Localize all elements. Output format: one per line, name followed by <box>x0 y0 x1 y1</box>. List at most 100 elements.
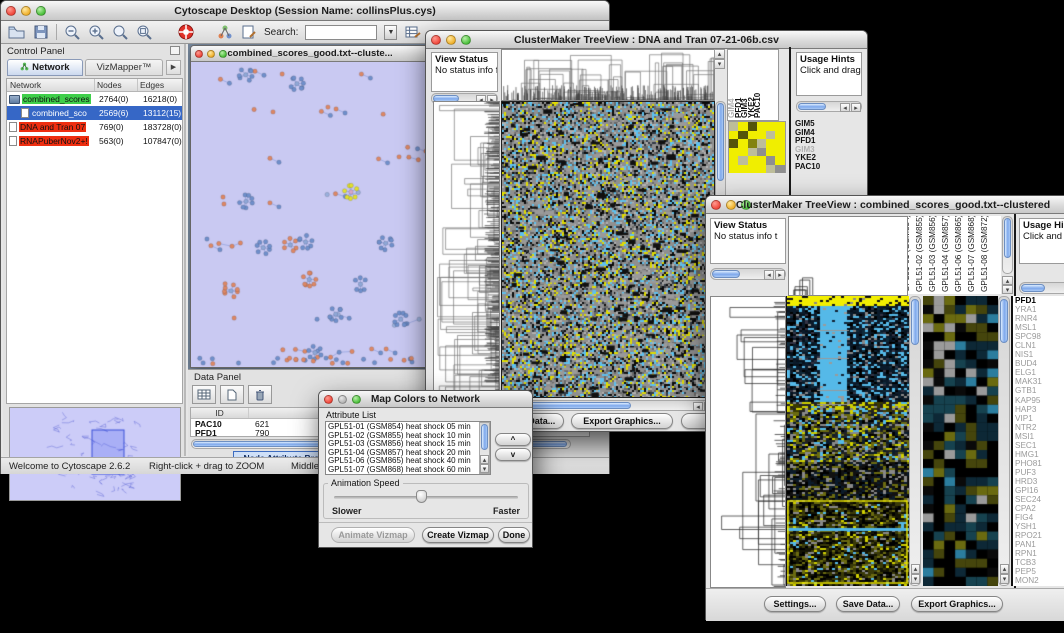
col-header-nodes[interactable]: Nodes <box>95 79 138 91</box>
tv2-global-heatmap[interactable] <box>786 296 909 586</box>
open-session-icon[interactable] <box>7 24 26 40</box>
delete-attribute-button[interactable] <box>248 385 272 404</box>
matrix-cell[interactable] <box>757 131 766 140</box>
search-dropdown-arrow[interactable]: ▼ <box>384 25 397 40</box>
gene-label[interactable]: PUF3 <box>1013 468 1064 477</box>
gene-label[interactable]: NIS1 <box>1013 350 1064 359</box>
zoom-in-icon[interactable] <box>88 24 105 41</box>
tab-network[interactable]: Network <box>7 59 83 76</box>
tv2-column-label[interactable]: GPL51-08 (GSM872) <box>980 216 989 292</box>
tv1-global-heatmap[interactable] <box>501 101 715 398</box>
tv2-column-label[interactable]: GPL51-01 (GSM854) <box>908 216 911 292</box>
gene-label[interactable]: MON2 <box>1013 576 1064 585</box>
move-up-button[interactable]: ^ <box>495 433 531 446</box>
gene-label[interactable]: RPO21 <box>1013 531 1064 540</box>
done-button[interactable]: Done <box>498 527 530 543</box>
help-ring-icon[interactable] <box>177 23 195 41</box>
matrix-cell[interactable] <box>766 156 775 165</box>
scroll-right-arrow[interactable]: ▸ <box>851 103 861 112</box>
treeview2-titlebar[interactable]: ClusterMaker TreeView : combined_scores_… <box>706 196 1064 214</box>
matrix-cell[interactable] <box>757 165 766 174</box>
matrix-cell[interactable] <box>775 148 784 157</box>
scrollbar-thumb[interactable] <box>1000 299 1008 343</box>
tv2-column-label[interactable]: GPL51-04 (GSM857) <box>941 216 950 292</box>
gene-label[interactable]: BUD4 <box>1013 359 1064 368</box>
tv2-save-data---button[interactable]: Save Data... <box>836 596 900 612</box>
dialog-titlebar[interactable]: Map Colors to Network <box>319 391 532 408</box>
gene-label[interactable]: MSL1 <box>1013 323 1064 332</box>
tv2-column-label[interactable]: GPL51-06 (GSM865) <box>954 216 963 292</box>
close-button[interactable] <box>324 395 333 404</box>
tv1-column-dendrogram[interactable] <box>501 49 715 101</box>
annotation-tool-icon[interactable] <box>241 24 257 40</box>
main-titlebar[interactable]: Cytoscape Desktop (Session Name: collins… <box>1 1 609 21</box>
gene-label[interactable]: MAK31 <box>1013 377 1064 386</box>
attribute-list-item[interactable]: GPL51-04 (GSM857) heat shock 20 min <box>328 449 488 458</box>
tv2-export-graphics---button[interactable]: Export Graphics... <box>911 596 1003 612</box>
tv2-column-label[interactable]: GPL51-07 (GSM868) <box>967 216 976 292</box>
matrix-cell[interactable] <box>748 131 757 140</box>
tv1-export-graphics---button[interactable]: Export Graphics... <box>571 413 673 429</box>
tv1-hscrollbar[interactable]: ◂ ▸ <box>501 400 715 411</box>
matrix-cell[interactable] <box>738 122 747 131</box>
gene-label[interactable]: SPC98 <box>1013 332 1064 341</box>
gene-label[interactable]: GPI16 <box>1013 486 1064 495</box>
matrix-cell[interactable] <box>775 156 784 165</box>
gene-label[interactable]: HRD3 <box>1013 477 1064 486</box>
scrollbar-thumb[interactable] <box>717 103 724 181</box>
zoom-fit-icon[interactable] <box>136 24 153 41</box>
network-view-titlebar[interactable]: combined_scores_good.txt--cluste... <box>191 46 429 62</box>
node-tool-icon[interactable] <box>217 24 234 40</box>
tv2-heatmap-vscrollbar[interactable]: ▴ ▾ <box>909 296 921 586</box>
create-vizmap-button[interactable]: Create Vizmap <box>422 527 494 543</box>
matrix-cell[interactable] <box>766 131 775 140</box>
scroll-down-arrow[interactable]: ▾ <box>911 574 920 584</box>
scrollbar-thumb[interactable] <box>712 270 740 278</box>
tv2-column-label[interactable]: GPL51-03 (GSM856) <box>928 216 937 292</box>
tab-vizmapper[interactable]: VizMapper™ <box>85 59 163 76</box>
matrix-cell[interactable] <box>729 148 738 157</box>
gene-label[interactable]: VIP1 <box>1013 414 1064 423</box>
attribute-list-item[interactable]: GPL51-03 (GSM856) heat shock 15 min <box>328 440 488 449</box>
scroll-left-arrow[interactable]: ◂ <box>693 402 703 411</box>
matrix-cell[interactable] <box>757 148 766 157</box>
attribute-select-button[interactable] <box>192 385 216 404</box>
tv2-hints-hscrollbar[interactable] <box>1019 282 1064 294</box>
network-table-row[interactable]: combined_sco2569(6)13112(15) <box>7 106 182 120</box>
import-table-icon[interactable] <box>404 24 421 40</box>
tv2-zoom-vscrollbar[interactable]: ▴ ▾ <box>998 296 1010 586</box>
scroll-down-arrow[interactable]: ▾ <box>1002 285 1013 294</box>
gene-label[interactable]: YSH1 <box>1013 522 1064 531</box>
matrix-cell[interactable] <box>766 148 775 157</box>
gene-label[interactable]: MSI1 <box>1013 432 1064 441</box>
matrix-cell[interactable] <box>738 139 747 148</box>
matrix-cell[interactable] <box>748 139 757 148</box>
matrix-cell[interactable] <box>766 122 775 131</box>
tv2-column-label[interactable]: GPL51-02 (GSM855) <box>915 216 924 292</box>
zoom-actual-icon[interactable] <box>112 24 129 41</box>
gene-label[interactable]: SEC24 <box>1013 495 1064 504</box>
matrix-cell[interactable] <box>729 131 738 140</box>
attribute-list-vscrollbar[interactable]: ▴ ▾ <box>479 422 490 474</box>
matrix-cell[interactable] <box>766 165 775 174</box>
scroll-up-arrow[interactable]: ▴ <box>714 49 725 59</box>
gene-label[interactable]: TCB3 <box>1013 558 1064 567</box>
gene-label[interactable]: PFD1 <box>1013 296 1064 305</box>
scroll-down-arrow[interactable]: ▾ <box>480 464 489 473</box>
animate-vizmap-button[interactable]: Animate Vizmap <box>331 527 415 543</box>
scrollbar-thumb[interactable] <box>481 424 488 450</box>
network-overview-thumbnail[interactable] <box>9 407 181 501</box>
close-button[interactable] <box>6 6 16 16</box>
scrollbar-thumb[interactable] <box>798 103 826 110</box>
tv2-column-dendrogram[interactable] <box>788 216 908 296</box>
scroll-up-arrow[interactable]: ▴ <box>1000 564 1009 574</box>
scroll-right-arrow[interactable]: ▸ <box>775 270 785 280</box>
attribute-list-item[interactable]: GPL51-01 (GSM854) heat shock 05 min <box>328 423 488 432</box>
tv2-row-dendrogram[interactable] <box>710 296 786 588</box>
scroll-down-arrow[interactable]: ▾ <box>714 59 725 69</box>
col-header-network[interactable]: Network <box>7 79 95 91</box>
gene-label[interactable]: GTB1 <box>1013 386 1064 395</box>
matrix-cell[interactable] <box>738 131 747 140</box>
gene-label[interactable]: PHO81 <box>1013 459 1064 468</box>
network-graph-canvas[interactable] <box>191 62 429 367</box>
